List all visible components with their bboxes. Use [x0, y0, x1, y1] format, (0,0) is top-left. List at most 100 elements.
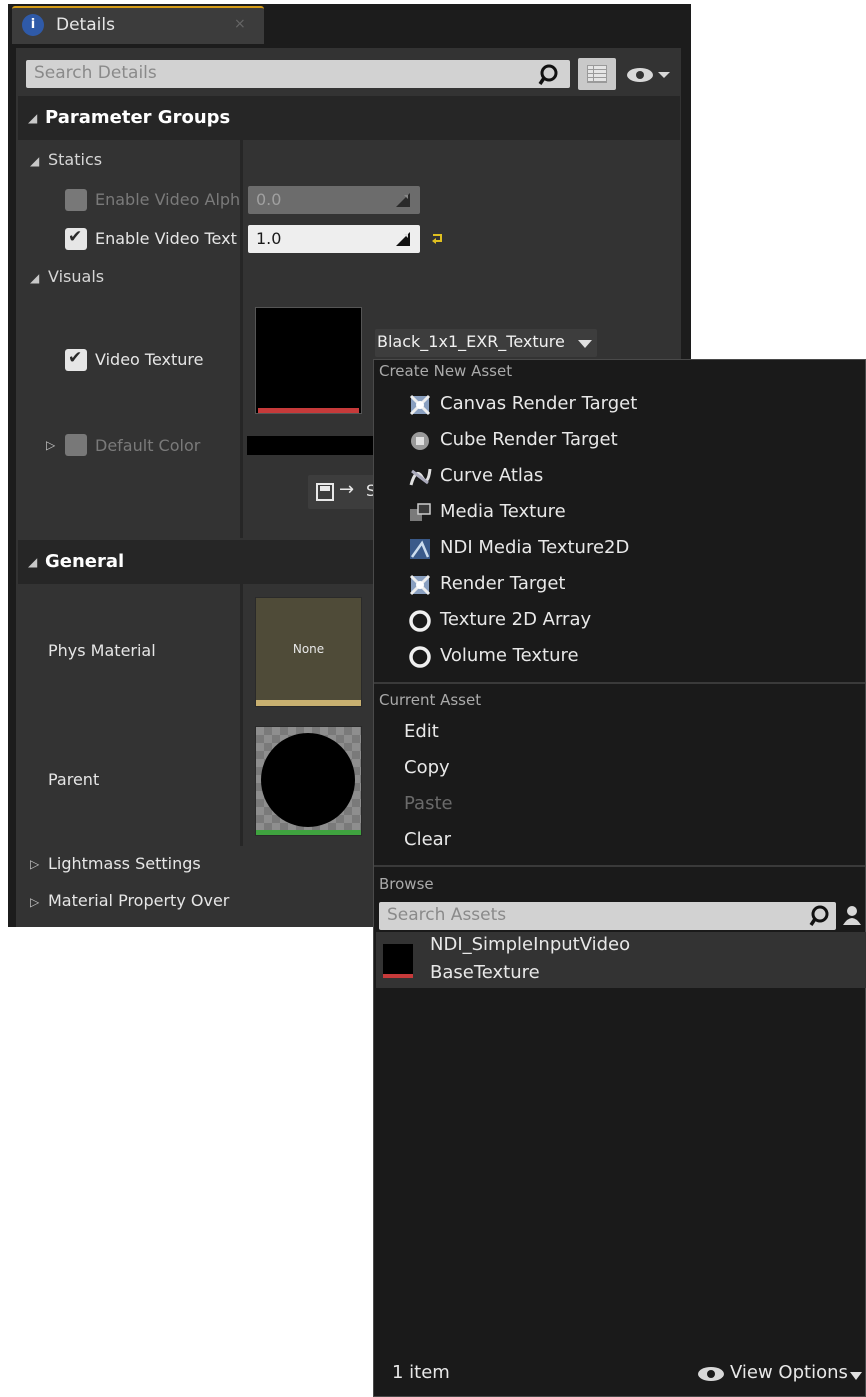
column-divider[interactable] — [240, 584, 243, 846]
menu-item-label: NDI Media Texture2D — [440, 537, 630, 558]
menu-item-cube-render-target[interactable]: Cube Render Target — [376, 424, 864, 458]
asset-list-item[interactable]: NDI_SimpleInputVideo BaseTexture — [376, 932, 866, 988]
search-placeholder: Search Details — [34, 63, 157, 83]
user-filter-icon[interactable] — [842, 905, 862, 927]
default-color-checkbox[interactable] — [65, 434, 87, 456]
search-icon — [809, 905, 829, 926]
column-divider[interactable] — [240, 140, 243, 538]
menu-item-label: Cube Render Target — [440, 429, 618, 450]
asset-picker-combo[interactable]: Black_1x1_EXR_Texture — [375, 329, 597, 357]
expand-arrow-icon[interactable]: ▷ — [46, 438, 55, 452]
search-assets-placeholder: Search Assets — [387, 905, 507, 925]
reset-to-default-icon[interactable] — [431, 232, 445, 244]
browse-heading: Browse — [379, 875, 434, 893]
lightmass-settings-label[interactable]: Lightmass Settings — [48, 854, 201, 873]
video-texture-checkbox[interactable] — [65, 348, 87, 371]
visuals-label: Visuals — [48, 267, 105, 286]
enable-video-alpha-checkbox[interactable] — [65, 189, 87, 211]
texture-type-bar — [258, 408, 359, 413]
enable-video-alpha-field[interactable]: 0.0 — [248, 186, 420, 214]
enable-video-alpha-label: Enable Video Alph — [95, 190, 239, 209]
parameter-groups-title: Parameter Groups — [45, 107, 231, 128]
menu-item-label: Media Texture — [440, 501, 566, 522]
current-asset-heading: Current Asset — [379, 691, 482, 709]
general-title: General — [45, 551, 125, 572]
cube-render-target-icon — [411, 432, 429, 450]
phys-material-none-text: None — [292, 642, 325, 656]
menu-item-media-texture[interactable]: Media Texture — [376, 496, 864, 530]
default-color-swatch[interactable] — [247, 436, 373, 455]
collapse-arrow-icon[interactable]: ◢ — [30, 154, 39, 168]
menu-item-label: Volume Texture — [440, 645, 579, 666]
parent-label: Parent — [48, 770, 100, 789]
menu-item-render-target[interactable]: Render Target — [376, 568, 864, 602]
spin-arrow-icon — [396, 193, 410, 207]
statics-label: Statics — [48, 150, 103, 169]
tab-details[interactable]: i Details × — [12, 6, 264, 44]
menu-item-clear[interactable]: Clear — [404, 829, 451, 850]
item-count: 1 item — [392, 1362, 450, 1383]
collapse-arrow-icon: ◢ — [28, 555, 38, 569]
menu-item-ndi-media-texture2d[interactable]: NDI Media Texture2D — [376, 532, 864, 566]
close-icon[interactable]: × — [234, 16, 246, 32]
media-texture-icon — [410, 503, 431, 521]
video-texture-thumbnail[interactable] — [255, 307, 362, 414]
chevron-down-icon — [578, 340, 592, 348]
material-type-bar — [256, 700, 361, 706]
grid-icon — [587, 65, 607, 83]
menu-item-label: Curve Atlas — [440, 465, 544, 486]
menu-item-paste[interactable]: Paste — [404, 793, 453, 814]
search-icon — [538, 64, 558, 85]
asset-picker-value: Black_1x1_EXR_Texture — [377, 332, 565, 351]
asset-name-line2: BaseTexture — [430, 962, 540, 983]
eye-icon — [698, 1367, 724, 1381]
expand-arrow-icon[interactable]: ▷ — [30, 895, 39, 909]
property-matrix-button[interactable] — [578, 58, 616, 90]
enable-video-alpha-value: 0.0 — [256, 190, 282, 209]
material-sphere-icon — [256, 727, 361, 831]
spin-arrow-icon — [396, 232, 410, 246]
menu-separator — [374, 865, 865, 867]
menu-item-label: Canvas Render Target — [440, 393, 638, 414]
menu-item-label: Texture 2D Array — [440, 609, 592, 630]
menu-item-volume-texture[interactable]: Volume Texture — [376, 640, 864, 674]
ndi-media-texture-icon — [410, 539, 430, 559]
chevron-down-icon — [850, 1372, 862, 1380]
search-assets-input[interactable]: Search Assets — [379, 902, 836, 930]
menu-item-label: Render Target — [440, 573, 566, 594]
menu-item-curve-atlas[interactable]: Curve Atlas — [376, 460, 864, 494]
search-details-input[interactable]: Search Details — [26, 60, 570, 88]
collapse-arrow-icon: ◢ — [28, 111, 38, 125]
view-options-label: View Options — [730, 1362, 848, 1383]
collapse-arrow-icon[interactable]: ◢ — [30, 271, 39, 285]
menu-item-copy[interactable]: Copy — [404, 757, 450, 778]
tab-title: Details — [56, 15, 115, 35]
default-color-label: Default Color — [95, 436, 201, 455]
canvas-render-target-icon — [409, 394, 431, 416]
menu-separator — [374, 682, 865, 684]
column-divider — [240, 540, 243, 584]
asset-thumbnail — [383, 944, 413, 978]
render-target-icon — [409, 574, 431, 596]
parent-thumbnail[interactable] — [255, 726, 362, 836]
enable-video-texture-checkbox[interactable] — [65, 227, 87, 250]
column-divider — [240, 96, 243, 140]
create-new-asset-heading: Create New Asset — [379, 362, 513, 380]
menu-item-edit[interactable]: Edit — [404, 721, 439, 742]
phys-material-label: Phys Material — [48, 641, 156, 660]
phys-material-thumbnail[interactable]: None — [255, 597, 362, 707]
expand-arrow-icon[interactable]: ▷ — [30, 857, 39, 871]
curve-atlas-icon — [409, 468, 432, 486]
arrow-right-icon: → — [339, 479, 355, 500]
enable-video-texture-field[interactable]: 1.0 — [248, 225, 420, 253]
menu-item-canvas-render-target[interactable]: Canvas Render Target — [376, 388, 864, 422]
visibility-options-button[interactable] — [626, 66, 674, 88]
video-texture-label: Video Texture — [95, 350, 204, 369]
material-type-bar — [256, 830, 361, 835]
view-options-button[interactable]: View Options — [696, 1360, 864, 1388]
details-info-icon: i — [22, 14, 44, 36]
material-property-overrides-label[interactable]: Material Property Over — [48, 891, 238, 910]
save-button[interactable]: → S — [308, 475, 378, 509]
menu-item-texture-2d-array[interactable]: Texture 2D Array — [376, 604, 864, 638]
enable-video-texture-label: Enable Video Text — [95, 229, 237, 248]
